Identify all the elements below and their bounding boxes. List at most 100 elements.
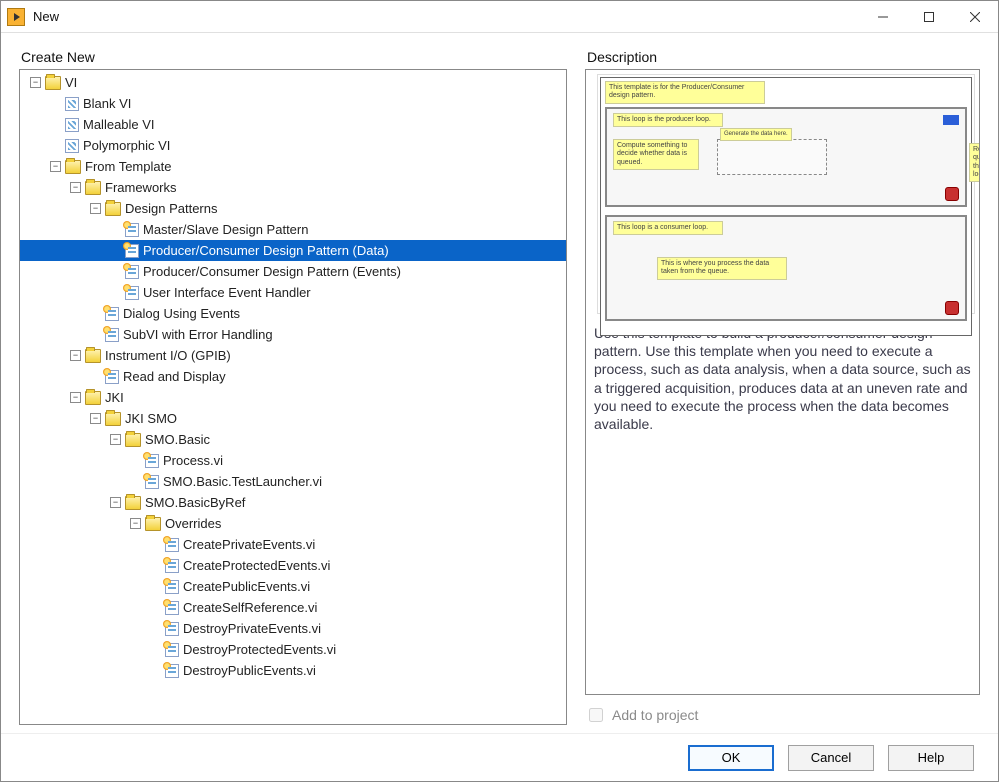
tree-item[interactable]: CreatePrivateEvents.vi bbox=[20, 534, 566, 555]
tree-root: −VIBlank VIMalleable VIPolymorphic VI−Fr… bbox=[20, 72, 566, 681]
description-pane: Description This template is for the Pro… bbox=[585, 49, 980, 725]
help-button[interactable]: Help bbox=[888, 745, 974, 771]
tree-item-label: Producer/Consumer Design Pattern (Data) bbox=[143, 243, 389, 258]
tree-item[interactable]: DestroyPublicEvents.vi bbox=[20, 660, 566, 681]
folder-open-icon bbox=[105, 202, 121, 216]
add-to-project-row: Add to project bbox=[585, 705, 980, 725]
vi-template-icon bbox=[125, 244, 139, 258]
vi-template-icon bbox=[165, 622, 179, 636]
tree-item[interactable]: DestroyProtectedEvents.vi bbox=[20, 639, 566, 660]
folder-open-icon bbox=[85, 391, 101, 405]
add-to-project-label: Add to project bbox=[612, 707, 698, 723]
tree-item-label: JKI SMO bbox=[125, 411, 177, 426]
tree-item[interactable]: Dialog Using Events bbox=[20, 303, 566, 324]
vi-template-icon bbox=[165, 580, 179, 594]
description-container: This template is for the Producer/Consum… bbox=[585, 69, 980, 695]
description-text: Use this template to build a producer/co… bbox=[590, 324, 979, 433]
minimize-button[interactable] bbox=[860, 1, 906, 32]
close-button[interactable] bbox=[952, 1, 998, 32]
template-preview: This template is for the Producer/Consum… bbox=[597, 74, 975, 314]
tree-item[interactable]: Producer/Consumer Design Pattern (Data) bbox=[20, 240, 566, 261]
tree-item-label: CreatePrivateEvents.vi bbox=[183, 537, 315, 552]
create-new-pane: Create New − VI Blank VI Malleable VI Polymo… bbox=[19, 49, 567, 725]
vi-template-icon bbox=[165, 601, 179, 615]
tree-item[interactable]: −JKI bbox=[20, 387, 566, 408]
tree-item-label: SMO.BasicByRef bbox=[145, 495, 245, 510]
folder-open-icon bbox=[145, 517, 161, 531]
tree-item[interactable]: Blank VI bbox=[20, 93, 566, 114]
tree-item[interactable]: SubVI with Error Handling bbox=[20, 324, 566, 345]
tree-item[interactable]: CreateSelfReference.vi bbox=[20, 597, 566, 618]
window-title: New bbox=[33, 9, 59, 24]
ok-button[interactable]: OK bbox=[688, 745, 774, 771]
vi-icon bbox=[65, 118, 79, 132]
collapse-toggle-icon[interactable]: − bbox=[50, 161, 61, 172]
tree-item[interactable]: Polymorphic VI bbox=[20, 135, 566, 156]
folder-open-icon bbox=[85, 181, 101, 195]
vi-template-icon bbox=[165, 559, 179, 573]
tree-item[interactable]: Read and Display bbox=[20, 366, 566, 387]
vi-template-icon bbox=[145, 454, 159, 468]
tree-item[interactable]: − Overrides bbox=[20, 513, 566, 534]
add-to-project-checkbox bbox=[589, 708, 603, 722]
tree-item[interactable]: CreateProtectedEvents.vi bbox=[20, 555, 566, 576]
vi-template-icon bbox=[105, 370, 119, 384]
dialog-content: Create New − VI Blank VI Malleable VI Polymo… bbox=[1, 33, 998, 733]
collapse-toggle-icon[interactable]: − bbox=[110, 497, 121, 508]
collapse-toggle-icon[interactable]: − bbox=[90, 413, 101, 424]
tree-item[interactable]: Producer/Consumer Design Pattern (Events… bbox=[20, 261, 566, 282]
create-new-label: Create New bbox=[19, 49, 567, 65]
description-label: Description bbox=[585, 49, 980, 65]
close-icon bbox=[970, 12, 980, 22]
tree-item[interactable]: − Design Patterns bbox=[20, 198, 566, 219]
tree-item-label: DestroyPrivateEvents.vi bbox=[183, 621, 321, 636]
tree-scroll[interactable]: −VIBlank VIMalleable VIPolymorphic VI−Fr… bbox=[20, 70, 566, 724]
dialog-window: New Create New − VI Blank VI Malleable VI Po… bbox=[0, 0, 999, 782]
vi-icon bbox=[65, 97, 79, 111]
tree-item-label: Overrides bbox=[165, 516, 221, 531]
tree-item[interactable]: −Frameworks bbox=[20, 177, 566, 198]
collapse-toggle-icon[interactable]: − bbox=[90, 203, 101, 214]
collapse-toggle-icon[interactable]: − bbox=[70, 350, 81, 361]
tree-item[interactable]: − JKI SMO bbox=[20, 408, 566, 429]
tree-item-label: Instrument I/O (GPIB) bbox=[105, 348, 231, 363]
cancel-button[interactable]: Cancel bbox=[788, 745, 874, 771]
tree-item-label: SMO.Basic bbox=[145, 432, 210, 447]
folder-open-icon bbox=[45, 76, 61, 90]
maximize-icon bbox=[924, 12, 934, 22]
tree-item-label: Malleable VI bbox=[83, 117, 155, 132]
tree-item-label: SubVI with Error Handling bbox=[123, 327, 273, 342]
tree-item-label: VI bbox=[65, 75, 77, 90]
tree-item-label: Dialog Using Events bbox=[123, 306, 240, 321]
collapse-toggle-icon[interactable]: − bbox=[30, 77, 41, 88]
collapse-toggle-icon[interactable]: − bbox=[110, 434, 121, 445]
tree-item[interactable]: Malleable VI bbox=[20, 114, 566, 135]
description-scroll[interactable]: This template is for the Producer/Consum… bbox=[586, 70, 979, 694]
folder-open-icon bbox=[105, 412, 121, 426]
folder-open-icon bbox=[125, 433, 141, 447]
app-icon bbox=[7, 8, 25, 26]
tree-item-label: SMO.Basic.TestLauncher.vi bbox=[163, 474, 322, 489]
vi-template-icon bbox=[165, 643, 179, 657]
tree-item-label: Producer/Consumer Design Pattern (Events… bbox=[143, 264, 401, 279]
tree-item[interactable]: Master/Slave Design Pattern bbox=[20, 219, 566, 240]
collapse-toggle-icon[interactable]: − bbox=[70, 392, 81, 403]
tree-item[interactable]: User Interface Event Handler bbox=[20, 282, 566, 303]
collapse-toggle-icon[interactable]: − bbox=[130, 518, 141, 529]
tree-item-label: CreatePublicEvents.vi bbox=[183, 579, 310, 594]
tree-item[interactable]: CreatePublicEvents.vi bbox=[20, 576, 566, 597]
tree-item[interactable]: − Instrument I/O (GPIB) bbox=[20, 345, 566, 366]
tree-item[interactable]: −From Template bbox=[20, 156, 566, 177]
tree-item[interactable]: − SMO.Basic bbox=[20, 429, 566, 450]
tree-item[interactable]: − VI bbox=[20, 72, 566, 93]
tree-item-label: Read and Display bbox=[123, 369, 226, 384]
tree-item-label: Design Patterns bbox=[125, 201, 218, 216]
vi-template-icon bbox=[145, 475, 159, 489]
tree-item[interactable]: Process.vi bbox=[20, 450, 566, 471]
collapse-toggle-icon[interactable]: − bbox=[70, 182, 81, 193]
maximize-button[interactable] bbox=[906, 1, 952, 32]
tree-item[interactable]: DestroyPrivateEvents.vi bbox=[20, 618, 566, 639]
tree-item[interactable]: − SMO.BasicByRef bbox=[20, 492, 566, 513]
vi-template-icon bbox=[125, 223, 139, 237]
tree-item[interactable]: SMO.Basic.TestLauncher.vi bbox=[20, 471, 566, 492]
